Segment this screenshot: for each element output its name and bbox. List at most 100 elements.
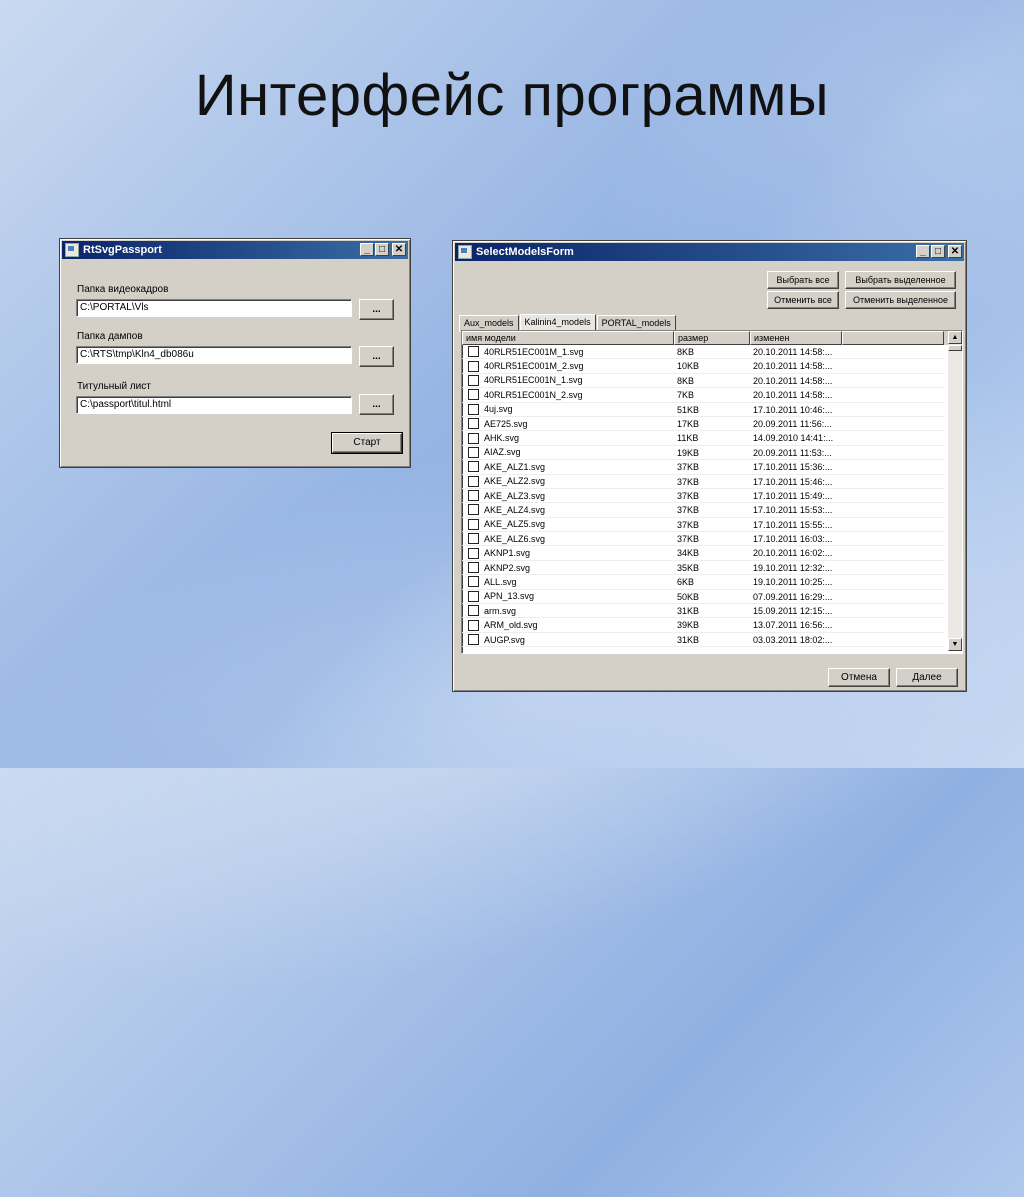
model-name-cell: AKE_ALZ6.svg	[462, 532, 674, 547]
title-page-browse-button[interactable]: ...	[359, 394, 394, 415]
model-extra	[842, 345, 944, 360]
model-checkbox[interactable]	[468, 432, 479, 444]
model-checkbox[interactable]	[468, 374, 479, 386]
table-row[interactable]: AKE_ALZ4.svg 37KB 17.10.2011 15:53:...	[462, 503, 962, 518]
table-row[interactable]: AKE_ALZ1.svg 37KB 17.10.2011 15:36:...	[462, 460, 962, 475]
scroll-down-arrow-icon[interactable]: ▼	[948, 638, 962, 651]
table-row[interactable]: ARM_old.svg 39KB 13.07.2011 16:56:...	[462, 618, 962, 633]
passport-window: RtSvgPassport _ □ ✕ Папка видеокадров C:…	[59, 238, 411, 468]
model-size: 34KB	[674, 546, 750, 561]
model-extra	[842, 503, 944, 518]
model-checkbox[interactable]	[468, 446, 479, 458]
video-folder-input[interactable]: C:\PORTAL\Vls	[76, 299, 352, 317]
close-button[interactable]: ✕	[948, 245, 962, 258]
model-extra	[842, 561, 944, 576]
model-checkbox[interactable]	[468, 605, 479, 617]
table-row[interactable]: 40RLR51EC001N_1.svg 8KB 20.10.2011 14:58:.…	[462, 374, 962, 389]
list-rows: 40RLR51EC001M_1.svg 8KB 20.10.2011 14:58:.…	[462, 345, 962, 648]
maximize-button[interactable]: □	[931, 245, 945, 258]
scroll-up-arrow-icon[interactable]: ▲	[948, 331, 962, 344]
model-checkbox[interactable]	[468, 619, 479, 631]
title-page-input[interactable]: C:\passport\titul.html	[76, 396, 352, 414]
model-name: AKE_ALZ2.svg	[484, 476, 546, 487]
column-header-extra[interactable]	[842, 331, 944, 345]
model-size: 8KB	[674, 345, 750, 360]
model-extra	[842, 460, 944, 475]
model-name-cell: AE725.svg	[462, 417, 674, 432]
dump-folder-label: Папка дампов	[77, 331, 143, 342]
column-header-name[interactable]: имя модели	[462, 331, 674, 345]
model-checkbox[interactable]	[468, 418, 479, 430]
table-row[interactable]: AE725.svg 17KB 20.09.2011 11:56:...	[462, 417, 962, 432]
scroll-thumb[interactable]	[948, 345, 962, 351]
table-row[interactable]: AKE_ALZ6.svg 37KB 17.10.2011 16:03:...	[462, 532, 962, 547]
column-header-size[interactable]: размер	[674, 331, 750, 345]
table-row[interactable]: AUGP.svg 31KB 03.03.2011 18:02:...	[462, 633, 962, 648]
model-checkbox[interactable]	[468, 562, 479, 574]
table-row[interactable]: APN_13.svg 50KB 07.09.2011 16:29:...	[462, 590, 962, 605]
table-row[interactable]: AKE_ALZ3.svg 37KB 17.10.2011 15:49:...	[462, 489, 962, 504]
model-modified: 20.10.2011 14:58:...	[750, 359, 842, 374]
app-icon	[65, 243, 79, 257]
model-checkbox[interactable]	[468, 403, 479, 415]
model-modified: 20.09.2011 11:56:...	[750, 417, 842, 432]
model-checkbox[interactable]	[468, 533, 479, 545]
model-extra	[842, 431, 944, 446]
minimize-button[interactable]: _	[360, 243, 374, 256]
model-extra	[842, 604, 944, 619]
table-row[interactable]: 40RLR51EC001M_1.svg 8KB 20.10.2011 14:58:.…	[462, 345, 962, 360]
model-checkbox[interactable]	[468, 590, 479, 602]
slide-title: Интерфейс программы	[194, 63, 830, 128]
table-row[interactable]: arm.svg 31KB 15.09.2011 12:15:...	[462, 604, 962, 619]
passport-titlebar[interactable]: RtSvgPassport _ □ ✕	[62, 241, 408, 259]
model-checkbox[interactable]	[468, 346, 479, 358]
model-checkbox[interactable]	[468, 518, 479, 530]
model-checkbox[interactable]	[468, 504, 479, 516]
model-checkbox[interactable]	[468, 576, 479, 588]
table-row[interactable]: AKNP1.svg 34KB 20.10.2011 16:02:...	[462, 546, 962, 561]
model-size: 19KB	[674, 446, 750, 461]
model-checkbox[interactable]	[468, 461, 479, 473]
table-row[interactable]: AKE_ALZ5.svg 37KB 17.10.2011 15:55:...	[462, 518, 962, 533]
deselect-all-button[interactable]: Отменить все	[767, 291, 839, 309]
table-row[interactable]: AIAZ.svg 19KB 20.09.2011 11:53:...	[462, 446, 962, 461]
close-button[interactable]: ✕	[392, 243, 406, 256]
maximize-button[interactable]: □	[375, 243, 389, 256]
dump-folder-input[interactable]: C:\RTS\tmp\Kln4_db086u	[76, 346, 352, 364]
model-name-cell: 40RLR51EC001M_1.svg	[462, 345, 674, 360]
video-folder-browse-button[interactable]: ...	[359, 299, 394, 320]
table-row[interactable]: 4uj.svg 51KB 17.10.2011 10:46:...	[462, 403, 962, 417]
dump-folder-browse-button[interactable]: ...	[359, 346, 394, 367]
model-extra	[842, 475, 944, 489]
model-name-cell: 40RLR51EC001N_2.svg	[462, 388, 674, 403]
table-row[interactable]: AKE_ALZ2.svg 37KB 17.10.2011 15:46:...	[462, 475, 962, 489]
vertical-scrollbar[interactable]: ▲ ▼	[948, 331, 962, 651]
cancel-button[interactable]: Отмена	[828, 668, 890, 687]
model-checkbox[interactable]	[468, 634, 479, 645]
model-checkbox[interactable]	[468, 360, 479, 372]
model-name: AKNP2.svg	[484, 562, 531, 573]
start-button[interactable]: Старт	[331, 432, 403, 454]
app-icon	[458, 245, 472, 259]
model-name: AIAZ.svg	[484, 447, 521, 458]
model-checkbox[interactable]	[468, 475, 479, 487]
select-models-titlebar[interactable]: SelectModelsForm _ □ ✕	[455, 243, 964, 261]
table-row[interactable]: AHK.svg 11KB 14.09.2010 14:41:...	[462, 431, 962, 446]
model-checkbox[interactable]	[468, 547, 479, 559]
model-size: 17KB	[674, 417, 750, 432]
select-all-button[interactable]: Выбрать все	[767, 271, 839, 289]
table-row[interactable]: 40RLR51EC001M_2.svg 10KB 20.10.2011 14:58:…	[462, 359, 962, 374]
model-checkbox[interactable]	[468, 389, 479, 401]
table-row[interactable]: 40RLR51EC001N_2.svg 7KB 20.10.2011 14:58:.…	[462, 388, 962, 403]
deselect-selected-button[interactable]: Отменить выделенное	[845, 291, 956, 309]
select-selected-button[interactable]: Выбрать выделенное	[845, 271, 956, 289]
table-row[interactable]: AKNP2.svg 35KB 19.10.2011 12:32:...	[462, 561, 962, 576]
model-size: 51KB	[674, 403, 750, 417]
next-button[interactable]: Далее	[896, 668, 958, 687]
model-checkbox[interactable]	[468, 490, 479, 502]
model-extra	[842, 618, 944, 633]
table-row[interactable]: ALL.svg 6KB 19.10.2011 10:25:...	[462, 575, 962, 590]
models-listview[interactable]: имя модели размер изменен 40RLR51EC001M_…	[461, 330, 963, 654]
column-header-modified[interactable]: изменен	[750, 331, 842, 345]
minimize-button[interactable]: _	[916, 245, 930, 258]
